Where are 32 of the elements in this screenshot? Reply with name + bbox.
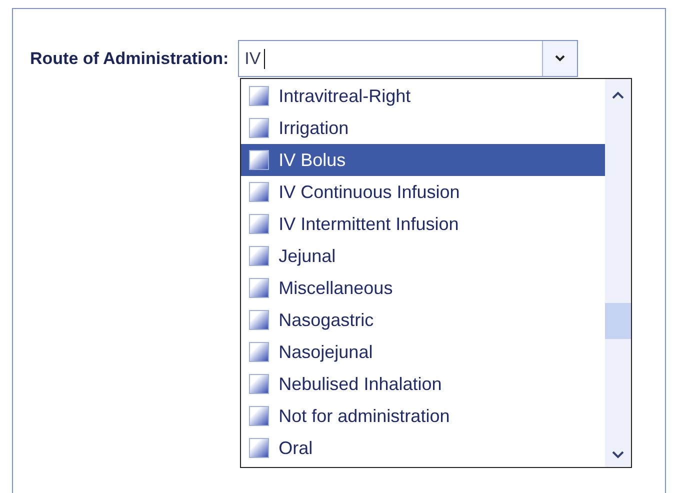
square-icon [248,150,269,170]
scrollbar[interactable] [604,79,631,467]
list-item[interactable]: Nasogastric [240,304,605,336]
square-icon [248,246,269,266]
chevron-down-icon [554,55,565,62]
square-icon [248,310,269,330]
list-item[interactable]: Not for administration [240,400,605,432]
list-item[interactable]: IV Continuous Infusion [240,176,605,208]
square-icon [248,438,269,458]
square-icon [248,182,269,202]
list-item[interactable]: IV Bolus [240,144,605,176]
list-item[interactable]: Intravitreal-Right [240,80,605,112]
list-item[interactable]: Miscellaneous [240,272,605,304]
square-icon [248,342,269,362]
chevron-down-icon[interactable] [612,451,624,459]
input-field[interactable]: IV [238,41,542,76]
square-icon [248,278,269,298]
field-label: Route of Administration: [30,48,229,68]
dropdown-button[interactable] [542,41,577,76]
square-icon [248,374,269,394]
chevron-up-icon[interactable] [612,91,624,99]
square-icon [248,214,269,234]
scrollbar-thumb[interactable] [604,303,631,339]
list-item[interactable]: IV Intermittent Infusion [240,208,605,240]
square-icon [248,86,269,106]
list-item[interactable]: Jejunal [240,240,605,272]
square-icon [248,406,269,426]
list-item[interactable]: Nebulised Inhalation [240,368,605,400]
list-item[interactable]: Oral [240,432,605,464]
list-item[interactable]: Nasojejunal [240,336,605,368]
square-icon [248,118,269,138]
list-item[interactable]: Irrigation [240,112,605,144]
